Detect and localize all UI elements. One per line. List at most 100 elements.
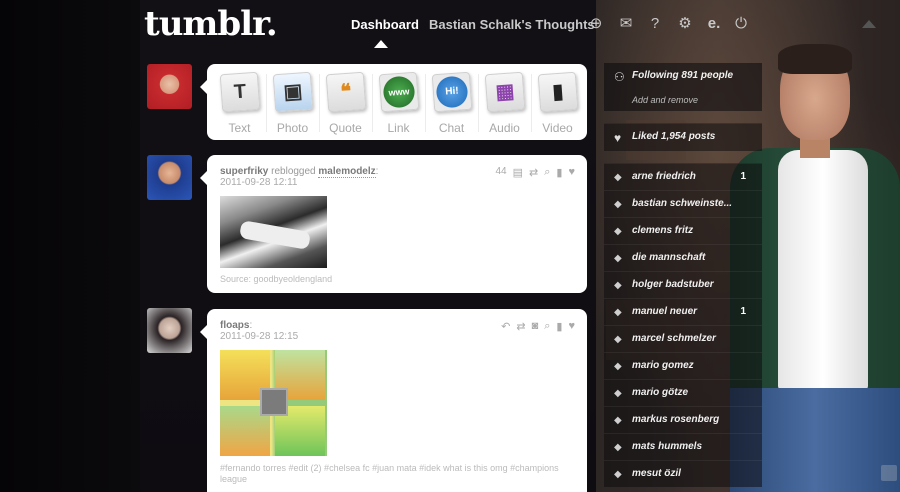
avatar-superfriky[interactable]	[147, 155, 192, 200]
tag-label[interactable]: mario gomez	[632, 360, 694, 371]
collage-center-tile	[260, 388, 288, 416]
tag-icon: ◆	[614, 469, 622, 480]
post-photo-button[interactable]: ▣ Photo	[266, 70, 319, 135]
scroll-corner-button[interactable]	[881, 465, 897, 481]
tumblr-logo[interactable]: tumblr.	[144, 4, 278, 44]
tag-label[interactable]: clemens fritz	[632, 225, 693, 236]
sidebar-tag-item[interactable]: ◆ holger badstuber	[604, 271, 762, 298]
scroll-up-arrow[interactable]	[862, 20, 876, 28]
post-actions: 44 ▤ ⇄ ⌕ ▮ ♥	[495, 166, 575, 179]
post-text-button[interactable]: T Text	[213, 70, 266, 135]
nav-active-caret	[374, 40, 388, 48]
sidebar-tag-item[interactable]: ◆ marcel schmelzer	[604, 325, 762, 352]
reblog-icon[interactable]: ⇄	[516, 320, 525, 333]
following-count[interactable]: Following 891 people	[632, 70, 733, 81]
add-remove-link[interactable]: Add and remove	[632, 95, 698, 105]
post-actions: ↶ ⇄ ◙ ⌕ ▮ ♥	[501, 320, 575, 333]
tag-label[interactable]: arne friedrich	[632, 171, 696, 182]
notes-count[interactable]: 44	[495, 166, 506, 179]
tag-icon: ◆	[614, 442, 622, 453]
search-icon[interactable]: ⌕	[544, 320, 550, 333]
text-post-icon: T	[219, 71, 260, 113]
reblog-icon[interactable]: ⇄	[529, 166, 538, 179]
post-photo[interactable]	[220, 196, 327, 268]
heart-icon[interactable]: ♥	[568, 166, 575, 179]
tag-icon: ◆	[614, 388, 622, 399]
tag-label[interactable]: holger badstuber	[632, 279, 714, 290]
sidebar-tag-item[interactable]: ◆ arne friedrich 1	[604, 163, 762, 190]
bookmark-icon[interactable]: ▮	[556, 320, 562, 333]
post-tags[interactable]: #fernando torres #edit (2) #chelsea fc #…	[220, 463, 570, 485]
sidebar-tag-item[interactable]: ◆ manuel neuer 1	[604, 298, 762, 325]
avatar-floaps[interactable]	[147, 308, 192, 353]
reblog-text: reblogged	[268, 166, 319, 177]
e-icon[interactable]: e.	[704, 14, 724, 34]
colon: :	[249, 320, 253, 331]
plus-icon[interactable]: ⊕	[586, 14, 606, 34]
heart-icon[interactable]: ♥	[568, 320, 575, 333]
sidebar-tag-item[interactable]: ◆ mario gomez	[604, 352, 762, 379]
camera-icon[interactable]: ◙	[532, 320, 539, 333]
liked-count[interactable]: Liked 1,954 posts	[632, 131, 715, 142]
nav-dashboard[interactable]: Dashboard	[351, 17, 419, 32]
sidebar-following[interactable]: ⚇ Following 891 people Add and remove	[604, 63, 762, 111]
tag-label[interactable]: bastian schweinste...	[632, 198, 732, 209]
sidebar-tag-item[interactable]: ◆ mario götze	[604, 379, 762, 406]
tag-label[interactable]: manuel neuer	[632, 306, 697, 317]
photo-figure	[238, 220, 312, 250]
sidebar-tag-item[interactable]: ◆ mesut özil	[604, 460, 762, 487]
bookmark-icon[interactable]: ▮	[556, 166, 562, 179]
post-audio-button[interactable]: ▦ Audio	[478, 70, 531, 135]
quote-post-icon: ❝	[325, 71, 366, 113]
post-source[interactable]: Source: goodbyeoldengland	[220, 274, 332, 284]
tag-icon: ◆	[614, 307, 622, 318]
sidebar-tag-item[interactable]: ◆ die mannschaft	[604, 244, 762, 271]
person-shirt	[778, 150, 868, 390]
heart-icon: ♥	[614, 131, 622, 145]
reblog-source-link[interactable]: malemodelz	[318, 166, 376, 178]
background-left	[0, 0, 140, 492]
tag-count: 1	[740, 306, 746, 317]
following-icon: ⚇	[614, 70, 625, 84]
post-photo[interactable]	[220, 350, 327, 456]
tag-label[interactable]: mario götze	[632, 387, 688, 398]
tag-icon: ◆	[614, 361, 622, 372]
sidebar-tag-item[interactable]: ◆ mats hummels	[604, 433, 762, 460]
post-header: superfriky reblogged malemodelz:	[220, 166, 378, 178]
mail-icon[interactable]: ✉	[616, 14, 636, 34]
search-icon[interactable]: ⌕	[544, 166, 550, 179]
tag-label[interactable]: marcel schmelzer	[632, 333, 716, 344]
post-link-button[interactable]: www Link	[372, 70, 425, 135]
post-quote-button[interactable]: ❝ Quote	[319, 70, 372, 135]
person-hair	[778, 44, 852, 74]
reply-icon[interactable]: ↶	[501, 320, 510, 333]
my-avatar[interactable]	[147, 64, 192, 109]
tag-label[interactable]: mats hummels	[632, 441, 702, 452]
composer-label: Photo	[276, 121, 309, 135]
sidebar-tag-item[interactable]: ◆ clemens fritz	[604, 217, 762, 244]
tag-icon: ◆	[614, 172, 622, 183]
post-video-button[interactable]: ▮ Video	[531, 70, 584, 135]
tag-icon: ◆	[614, 226, 622, 237]
post-author-link[interactable]: superfriky	[220, 166, 268, 177]
post-chat-button[interactable]: Hi! Chat	[425, 70, 478, 135]
composer-label: Audio	[489, 121, 520, 135]
composer-label: Chat	[438, 121, 465, 135]
sidebar-tag-item[interactable]: ◆ bastian schweinste...	[604, 190, 762, 217]
tag-label[interactable]: mesut özil	[632, 468, 681, 479]
help-icon[interactable]: ?	[645, 14, 665, 34]
post-date: 2011-09-28 12:15	[220, 331, 299, 342]
document-icon: ▤	[512, 167, 524, 179]
tag-icon: ◆	[614, 280, 622, 291]
sidebar-liked[interactable]: ♥ Liked 1,954 posts	[604, 123, 762, 151]
audio-post-icon: ▦	[484, 71, 525, 113]
tag-label[interactable]: die mannschaft	[632, 252, 705, 263]
power-icon[interactable]: ⏻	[731, 14, 751, 34]
nav-blog[interactable]: Bastian Schalk's Thoughts	[429, 17, 595, 32]
gear-icon[interactable]: ⚙	[675, 14, 695, 34]
post-date: 2011-09-28 12:11	[220, 177, 298, 188]
sidebar-tag-item[interactable]: ◆ markus rosenberg	[604, 406, 762, 433]
tag-label[interactable]: markus rosenberg	[632, 414, 719, 425]
post-author-link[interactable]: floaps	[220, 320, 249, 331]
video-post-icon: ▮	[537, 71, 578, 113]
